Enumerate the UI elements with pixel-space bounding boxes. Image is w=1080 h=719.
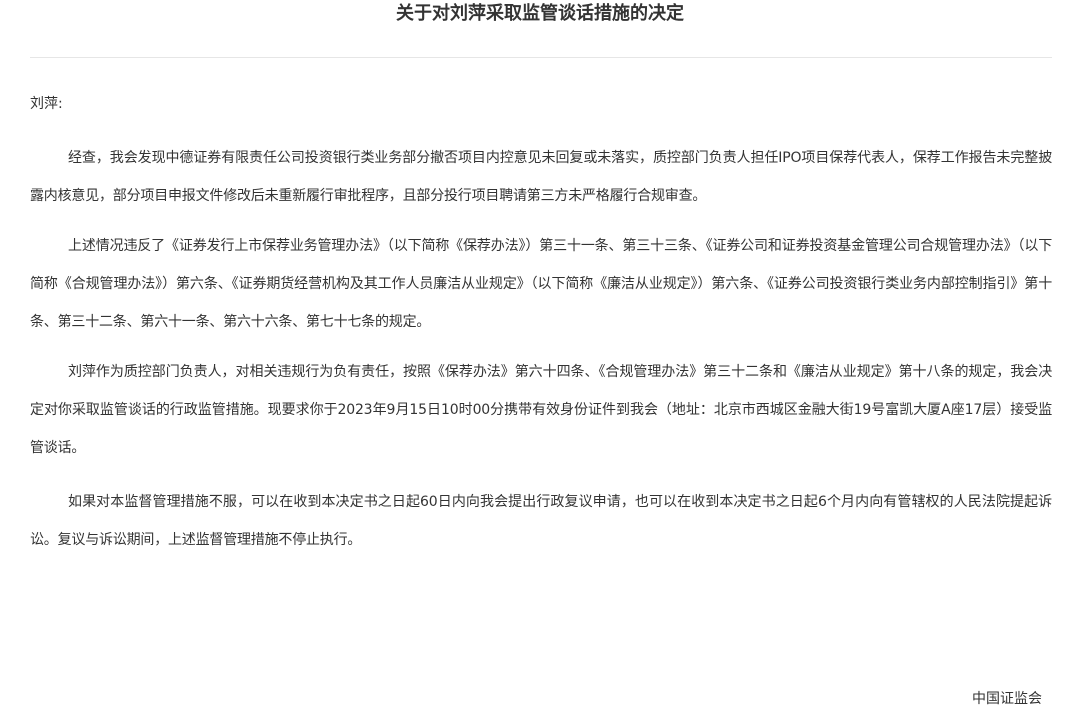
paragraph-decision: 刘萍作为质控部门负责人，对相关违规行为负有责任，按照《保荐办法》第六十四条、《合…: [30, 364, 1052, 456]
document-title: 关于对刘萍采取监管谈话措施的决定: [396, 3, 684, 24]
title-divider: [30, 57, 1052, 58]
addressee: 刘萍:: [30, 96, 63, 112]
paragraph-appeal-rights: 如果对本监督管理措施不服，可以在收到本决定书之日起60日内向我会提出行政复议申请…: [30, 494, 1052, 548]
paragraph-findings: 经查，我会发现中德证券有限责任公司投资银行类业务部分撤否项目内控意见未回复或未落…: [30, 150, 1052, 204]
issuer-signature: 中国证监会: [972, 691, 1042, 707]
paragraph-violations: 上述情况违反了《证券发行上市保荐业务管理办法》（以下简称《保荐办法》）第三十一条…: [30, 238, 1052, 330]
